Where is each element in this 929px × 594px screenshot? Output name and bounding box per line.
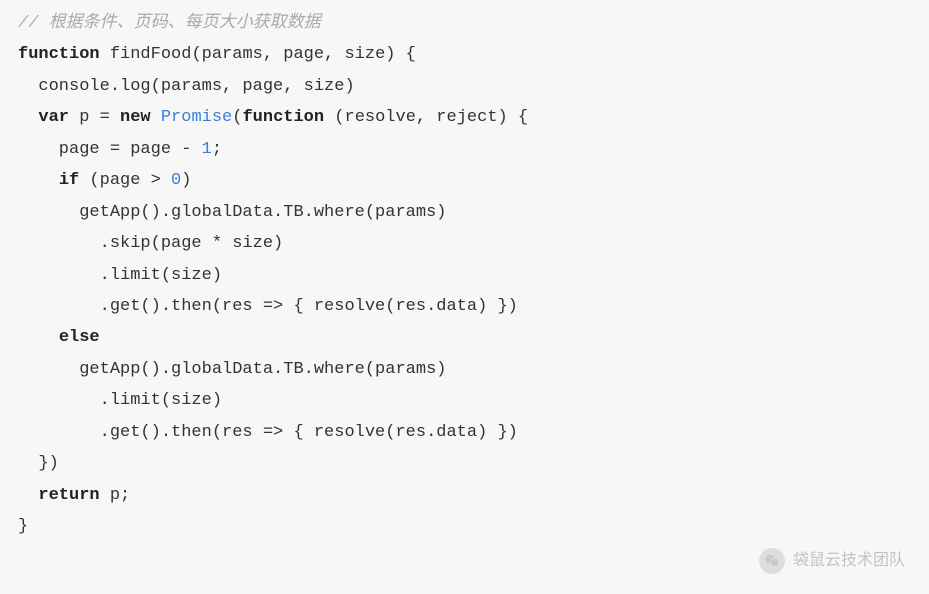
code-token	[18, 108, 38, 127]
code-token: (page >	[79, 171, 171, 190]
code-token: (resolve, reject) {	[324, 108, 528, 127]
code-token: getApp().globalData.TB.where(params)	[18, 360, 446, 379]
code-snippet: // 根据条件、页码、每页大小获取数据 function findFood(pa…	[18, 8, 911, 542]
code-token: .skip(page * size)	[18, 234, 283, 253]
code-token: .get().then(res => { resolve(res.data) }…	[18, 423, 518, 442]
code-token: if	[59, 171, 79, 190]
code-token: return	[38, 486, 99, 505]
code-token: })	[18, 454, 59, 473]
code-token: function	[18, 45, 100, 64]
code-token: function	[242, 108, 324, 127]
code-token: console.log(params, page, size)	[18, 77, 355, 96]
code-token: page = page -	[18, 140, 202, 159]
code-token: 1	[202, 140, 212, 159]
code-token	[18, 486, 38, 505]
code-token: // 根据条件、页码、每页大小获取数据	[18, 14, 321, 33]
code-token: .limit(size)	[18, 391, 222, 410]
code-token: (	[232, 108, 242, 127]
wechat-icon	[759, 548, 785, 574]
code-token: ;	[212, 140, 222, 159]
code-token: else	[59, 328, 100, 347]
code-token	[18, 171, 59, 190]
code-token	[18, 328, 59, 347]
code-token: findFood(params, page, size) {	[100, 45, 416, 64]
code-token: .limit(size)	[18, 266, 222, 285]
code-token: new	[120, 108, 151, 127]
code-token: 0	[171, 171, 181, 190]
code-token: p =	[69, 108, 120, 127]
code-token: p;	[100, 486, 131, 505]
code-token: )	[181, 171, 191, 190]
code-token: .get().then(res => { resolve(res.data) }…	[18, 297, 518, 316]
watermark: 袋鼠云技术团队	[759, 546, 905, 576]
code-token	[151, 108, 161, 127]
code-token: Promise	[161, 108, 232, 127]
watermark-text: 袋鼠云技术团队	[793, 546, 905, 576]
code-token: getApp().globalData.TB.where(params)	[18, 203, 446, 222]
code-token: var	[38, 108, 69, 127]
code-token: }	[18, 517, 28, 536]
